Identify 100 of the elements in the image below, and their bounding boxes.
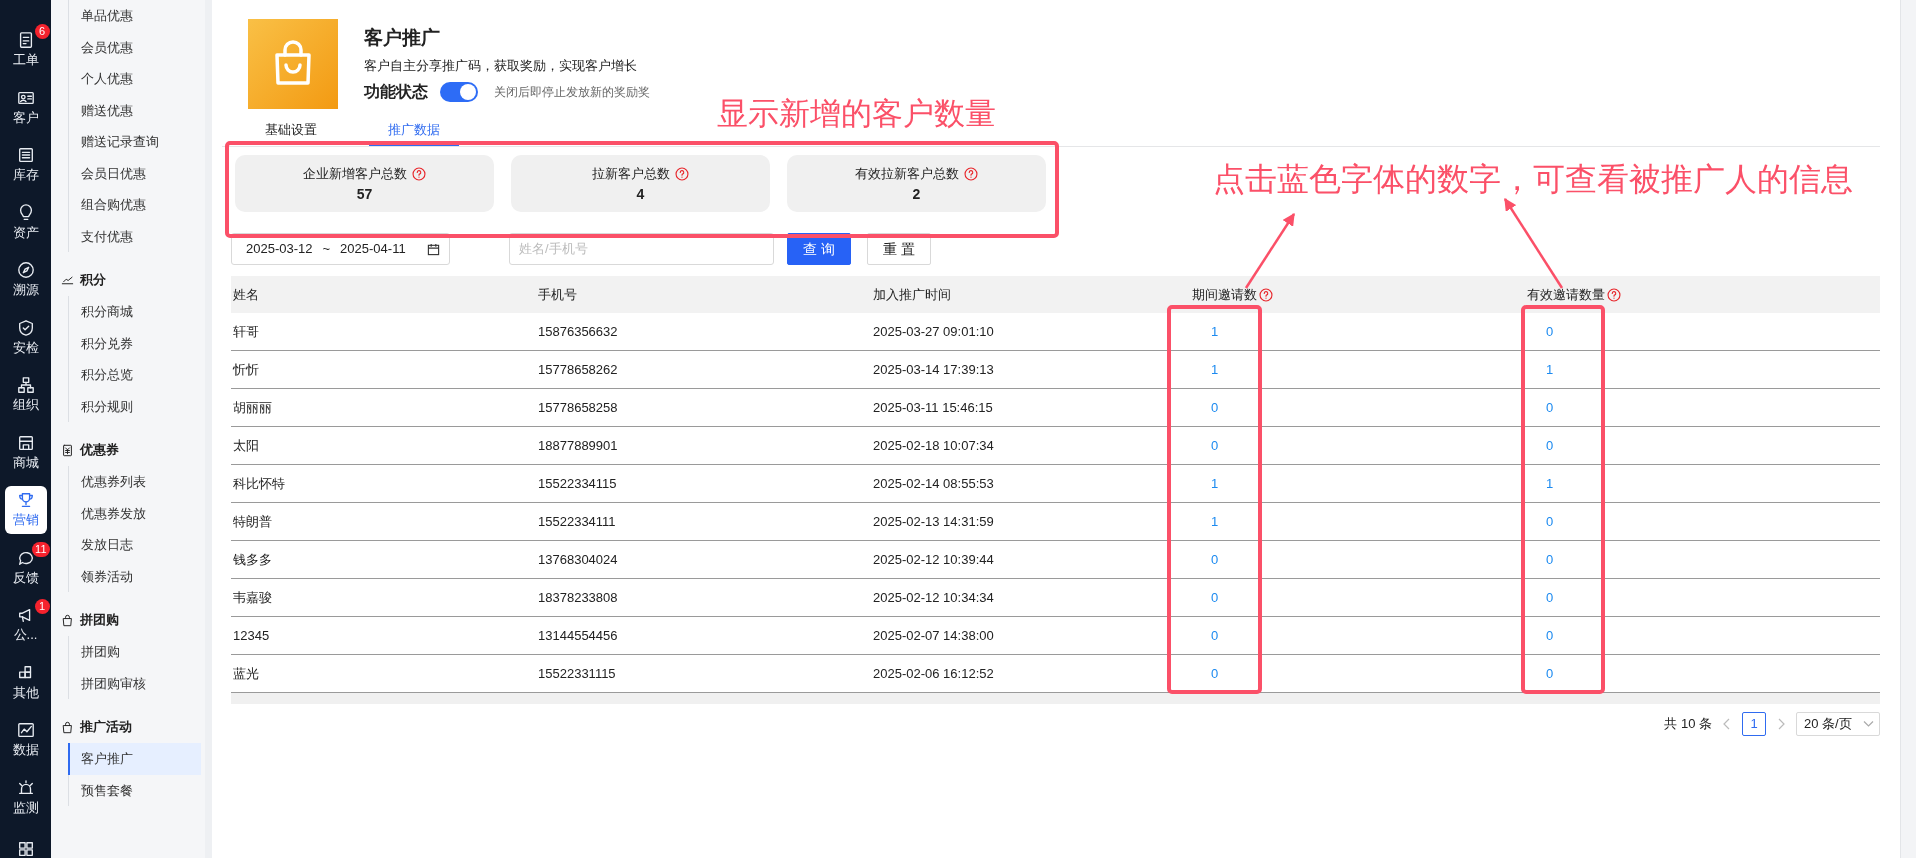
rail-nav-item[interactable]: 库存 (4, 141, 47, 189)
bag-icon (61, 613, 74, 627)
calendar-icon (427, 242, 440, 256)
table-cell: 2025-02-14 08:55:53 (873, 475, 994, 491)
help-icon (675, 166, 689, 181)
tab[interactable]: 基础设置 (246, 111, 336, 146)
vertical-scrollbar[interactable] (1900, 0, 1916, 858)
count-link[interactable]: 1 (1192, 513, 1219, 529)
status-label: 功能状态 (364, 82, 428, 102)
page-number[interactable]: 1 (1742, 712, 1766, 736)
count-link[interactable]: 1 (1192, 475, 1219, 491)
count-link[interactable]: 0 (1192, 399, 1219, 415)
table-cell: 2025-02-07 14:38:00 (873, 627, 994, 643)
count-link[interactable]: 0 (1527, 589, 1554, 605)
menu-item[interactable]: 领券活动 (69, 560, 201, 592)
count-link[interactable]: 0 (1527, 323, 1554, 339)
table-cell: 15522334111 (538, 513, 616, 529)
table-cell: 蓝光 (233, 665, 259, 681)
menu-item[interactable]: 积分兑券 (69, 327, 201, 359)
table-cell: 2025-02-13 14:31:59 (873, 513, 994, 529)
table-cell: 13144554456 (538, 627, 618, 643)
total-count: 共 10 条 (1664, 715, 1712, 734)
menu-group-title: 优惠券 (80, 441, 119, 460)
rail-nav-item[interactable]: 其他 (4, 658, 47, 706)
column-header: 加入推广时间 (873, 285, 951, 304)
rail-nav-item[interactable]: 数据 (4, 716, 47, 764)
horizontal-scrollbar[interactable] (231, 693, 1880, 704)
count-link[interactable]: 0 (1192, 627, 1219, 643)
line-chart-icon (16, 721, 35, 740)
table-cell: 2025-03-14 17:39:13 (873, 361, 994, 377)
table-cell: 15778658258 (538, 399, 618, 415)
count-link[interactable]: 1 (1527, 361, 1554, 377)
menu-item[interactable]: 发放日志 (69, 529, 201, 561)
rail-nav-item[interactable]: 客户 (4, 83, 47, 131)
menu-item[interactable]: 优惠券发放 (69, 497, 201, 529)
annotation-text: 显示新增的客户数量 (717, 97, 996, 132)
table-cell: 科比怀特 (233, 475, 285, 491)
date-range-field[interactable]: 2025-03-12 ~ 2025-04-11 (231, 233, 450, 265)
rail-nav-item[interactable]: 营销 (4, 486, 47, 534)
help-icon (964, 166, 978, 181)
count-link[interactable]: 0 (1527, 627, 1554, 643)
menu-item[interactable]: 客户推广 (68, 743, 201, 775)
next-page-icon[interactable] (1776, 718, 1786, 730)
compass-icon (16, 261, 35, 280)
menu-item[interactable]: 会员日优惠 (69, 157, 201, 189)
count-link[interactable]: 0 (1527, 399, 1554, 415)
range-separator: ~ (322, 240, 331, 259)
page-size-select[interactable]: 20 条/页 (1796, 712, 1880, 736)
status-hint: 关闭后即停止发放新的奖励奖 (494, 84, 650, 101)
count-link[interactable]: 0 (1192, 437, 1219, 453)
count-link[interactable]: 0 (1192, 665, 1219, 681)
tab[interactable]: 推广数据 (369, 111, 459, 146)
menu-item[interactable]: 单品优惠 (69, 0, 201, 32)
menu-item[interactable]: 拼团购 (69, 636, 201, 668)
table-cell: 2025-03-11 15:46:15 (873, 399, 993, 415)
table-cell: 2025-02-06 16:12:52 (873, 665, 994, 681)
table-cell: 18877889901 (538, 437, 618, 453)
menu-item[interactable]: 预售套餐 (69, 774, 201, 806)
rail-nav-item[interactable]: 商城 (4, 428, 47, 476)
menu-group-title: 推广活动 (80, 718, 132, 737)
menu-item[interactable]: 会员优惠 (69, 31, 201, 63)
count-link[interactable]: 0 (1527, 437, 1554, 453)
table-cell: 胡丽丽 (233, 399, 272, 415)
table-cell: 2025-02-18 10:07:34 (873, 437, 994, 453)
rail-nav-item[interactable]: 公... 1 (4, 601, 47, 649)
menu-item[interactable]: 拼团购审核 (69, 667, 201, 699)
rail-nav-item[interactable]: 安检 (4, 313, 47, 361)
menu-item[interactable]: 积分总览 (69, 359, 201, 391)
table-cell: 忻忻 (233, 361, 259, 377)
menu-item[interactable]: 赠送记录查询 (69, 126, 201, 158)
count-link[interactable]: 0 (1192, 551, 1219, 567)
stat-value: 57 (356, 184, 373, 204)
count-link[interactable]: 0 (1527, 665, 1554, 681)
menu-item[interactable]: 个人优惠 (69, 63, 201, 95)
previous-page-icon[interactable] (1722, 718, 1732, 730)
toggle-switch[interactable] (440, 82, 478, 102)
menu-item[interactable]: 积分规则 (69, 390, 201, 422)
count-link[interactable]: 1 (1192, 361, 1219, 377)
rail-nav-item[interactable]: 监测 (4, 773, 47, 821)
table-cell: 15522331115 (538, 665, 616, 681)
shield-icon (16, 318, 35, 337)
menu-item[interactable]: 支付优惠 (69, 220, 201, 252)
date-start: 2025-03-12 (246, 240, 313, 259)
table-cell: 15522334115 (538, 475, 617, 491)
menu-item[interactable]: 积分商城 (69, 296, 201, 328)
menu-item[interactable]: 优惠券列表 (69, 466, 201, 498)
rail-nav-item[interactable]: 溯源 (4, 256, 47, 304)
stat-label: 拉新客户总数 (592, 164, 670, 183)
trophy-icon (16, 491, 35, 510)
count-link[interactable]: 0 (1527, 513, 1554, 529)
count-link[interactable]: 0 (1192, 589, 1219, 605)
count-link[interactable]: 1 (1527, 475, 1554, 491)
rail-nav-item[interactable]: 反馈 11 (4, 543, 47, 591)
count-link[interactable]: 0 (1527, 551, 1554, 567)
menu-item[interactable]: 组合购优惠 (69, 189, 201, 221)
rail-nav-item[interactable]: 资产 (4, 198, 47, 246)
rail-nav-item[interactable]: 组织 (4, 371, 47, 419)
menu-item[interactable]: 赠送优惠 (69, 94, 201, 126)
rail-nav-item[interactable]: 工单 6 (4, 26, 47, 74)
count-link[interactable]: 1 (1192, 323, 1219, 339)
